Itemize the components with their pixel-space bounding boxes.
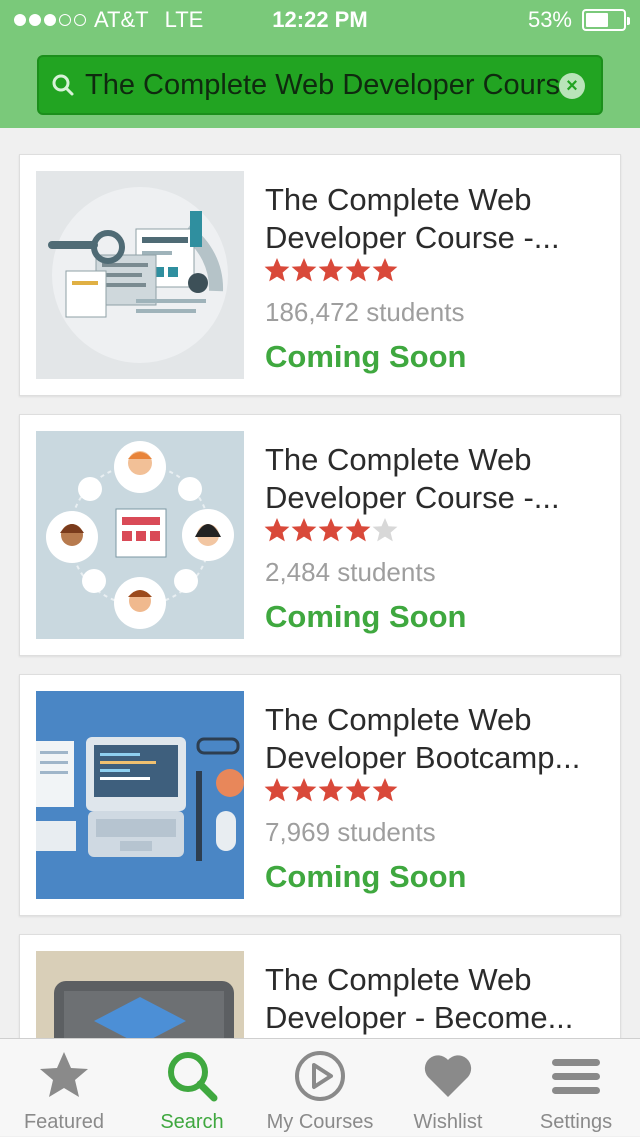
tab-label: Featured	[23, 1111, 105, 1133]
star-rating	[264, 517, 398, 543]
tab-label: My Courses	[266, 1111, 374, 1133]
course-list[interactable]: The Complete Web Developer Course -... 1…	[0, 128, 640, 1038]
course-card[interactable]: The Complete Web Developer Course -... 1…	[19, 154, 621, 396]
course-title: The Complete Web Developer - Become...	[265, 962, 574, 1035]
tab-wishlist[interactable]: Wishlist	[384, 1039, 512, 1137]
star-icon	[291, 518, 317, 542]
coming-soon-label: Coming Soon	[265, 339, 467, 374]
status-right: 53%	[527, 7, 630, 33]
coming-soon-label: Coming Soon	[265, 599, 467, 634]
battery-percent: 53%	[527, 7, 572, 32]
course-title: The Complete Web Developer Course -...	[265, 182, 560, 255]
star-rating	[264, 777, 398, 803]
star-icon	[291, 778, 317, 802]
course-card[interactable]: The Complete Web Developer Course -... 2…	[19, 414, 621, 656]
course-thumbnail	[36, 951, 244, 1038]
star-icon	[318, 778, 344, 802]
app-header: AT&T LTE 12:22 PM 53% The Complete Web D…	[0, 0, 640, 128]
course-card[interactable]: The Complete Web Developer - Become...	[19, 934, 621, 1038]
star-icon	[345, 518, 371, 542]
course-thumbnail	[36, 691, 244, 899]
clear-search-button[interactable]: ×	[559, 73, 585, 99]
star-rating	[264, 257, 398, 283]
course-title: The Complete Web Developer Bootcamp...	[265, 702, 581, 775]
star-icon	[372, 518, 398, 542]
status-bar: AT&T LTE 12:22 PM 53%	[0, 0, 640, 40]
tab-search[interactable]: Search	[128, 1039, 256, 1137]
star-icon	[345, 258, 371, 282]
star-icon	[264, 258, 290, 282]
star-icon	[318, 518, 344, 542]
student-count: 2,484 students	[265, 557, 436, 587]
heart-icon	[424, 1055, 472, 1097]
student-count: 7,969 students	[265, 817, 436, 847]
star-icon	[318, 258, 344, 282]
star-icon	[264, 518, 290, 542]
tab-my-courses[interactable]: My Courses	[256, 1039, 384, 1137]
star-icon	[372, 258, 398, 282]
star-icon	[264, 778, 290, 802]
battery-icon	[582, 9, 630, 31]
course-thumbnail	[36, 431, 244, 639]
star-icon	[345, 778, 371, 802]
tab-featured[interactable]: Featured	[0, 1039, 128, 1137]
play-circle-icon	[295, 1051, 345, 1101]
course-thumbnail	[36, 171, 244, 379]
student-count: 186,472 students	[265, 297, 465, 327]
course-card[interactable]: The Complete Web Developer Bootcamp... 7…	[19, 674, 621, 916]
coming-soon-label: Coming Soon	[265, 859, 467, 894]
star-icon	[291, 258, 317, 282]
menu-icon	[552, 1059, 600, 1094]
tab-label: Wishlist	[413, 1111, 483, 1133]
star-icon	[372, 778, 398, 802]
star-icon	[40, 1052, 88, 1097]
search-icon	[168, 1052, 218, 1102]
tab-label: Search	[160, 1111, 224, 1133]
search-bar[interactable]: The Complete Web Developer Course ×	[37, 55, 603, 115]
search-icon	[52, 74, 74, 96]
tab-bar: Featured Search My Courses Wishlist Sett…	[0, 1038, 640, 1136]
course-title: The Complete Web Developer Course -...	[265, 442, 560, 515]
tab-label: Settings	[539, 1111, 613, 1133]
tab-settings[interactable]: Settings	[512, 1039, 640, 1137]
search-input[interactable]: The Complete Web Developer Course	[85, 69, 575, 102]
